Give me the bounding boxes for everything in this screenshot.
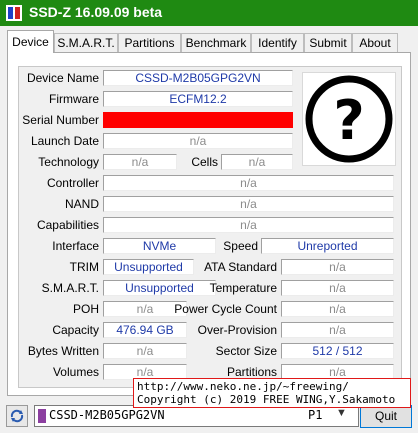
trim-field: Unsupported (103, 259, 194, 275)
sector-size-field: 512 / 512 (281, 343, 394, 359)
drive-port: P1 (308, 408, 323, 422)
title-bar: SSD-Z 16.09.09 beta (0, 0, 418, 26)
refresh-icon (6, 405, 28, 427)
nand-field: n/a (103, 196, 394, 212)
question-mark-icon: ? (305, 75, 393, 163)
credit-url: http://www.neko.ne.jp/~freewing/ (137, 380, 349, 393)
credit-copyright: Copyright (c) 2019 FREE WING,Y.Sakamoto (137, 393, 396, 406)
launch-date-label: Launch Date (30, 134, 99, 148)
poh-label: POH (72, 302, 99, 316)
chevron-down-icon[interactable]: ▼ (336, 407, 347, 419)
sector-size-label: Sector Size (215, 344, 277, 358)
nand-label: NAND (64, 197, 99, 211)
device-name-label: Device Name (26, 71, 99, 85)
speed-label: Speed (223, 239, 258, 253)
firmware-label: Firmware (49, 92, 99, 106)
volumes-label: Volumes (52, 365, 99, 379)
speed-field: Unreported (261, 238, 394, 254)
serial-number-label: Serial Number (22, 113, 99, 127)
launch-date-field: n/a (103, 133, 293, 149)
credit-box: http://www.neko.ne.jp/~freewing/Copyrigh… (133, 378, 411, 408)
controller-label: Controller (46, 176, 99, 190)
tab-identify[interactable]: Identify (251, 33, 304, 52)
smart-label: S.M.A.R.T. (41, 281, 99, 295)
capacity-field: 476.94 GB (103, 322, 187, 338)
capabilities-field: n/a (103, 217, 394, 233)
tab-about[interactable]: About (352, 33, 398, 52)
ata-standard-field: n/a (281, 259, 394, 275)
technology-field: n/a (103, 154, 177, 170)
tab-benchmark[interactable]: Benchmark (181, 33, 251, 52)
quit-button[interactable]: Quit (360, 405, 412, 428)
interface-label: Interface (52, 239, 99, 253)
cells-label: Cells (191, 155, 218, 169)
device-name-field: CSSD-M2B05GPG2VN (103, 70, 293, 86)
svg-text:?: ? (333, 89, 364, 152)
over-provision-label: Over-Provision (197, 323, 277, 337)
power-cycle-count-label: Power Cycle Count (174, 302, 277, 316)
ata-standard-label: ATA Standard (204, 260, 277, 274)
over-provision-field: n/a (281, 322, 394, 338)
drive-select-value: CSSD-M2B05GPG2VN (49, 408, 165, 422)
drive-image: ? (302, 72, 396, 166)
temperature-field: n/a (281, 280, 394, 296)
tab-device[interactable]: Device (7, 30, 54, 53)
temperature-label: Temperature (209, 281, 277, 295)
capabilities-label: Capabilities (36, 218, 99, 232)
bytes-written-field: n/a (103, 343, 187, 359)
bytes-written-label: Bytes Written (27, 344, 99, 358)
firmware-field: ECFM12.2 (103, 91, 293, 107)
tab-submit[interactable]: Submit (304, 33, 352, 52)
drive-color-marker (38, 409, 46, 423)
tab-smart[interactable]: S.M.A.R.T. (54, 33, 118, 52)
technology-label: Technology (38, 155, 99, 169)
ssd-z-app-icon (6, 5, 22, 21)
refresh-button[interactable] (6, 405, 28, 427)
power-cycle-count-field: n/a (281, 301, 394, 317)
controller-field: n/a (103, 175, 394, 191)
interface-field: NVMe (103, 238, 216, 254)
capacity-label: Capacity (52, 323, 99, 337)
cells-field: n/a (221, 154, 293, 170)
tab-partitions[interactable]: Partitions (118, 33, 181, 52)
drive-select[interactable]: CSSD-M2B05GPG2VN P1 ▼ (34, 405, 359, 427)
trim-label: TRIM (69, 260, 99, 274)
window-title: SSD-Z 16.09.09 beta (29, 4, 163, 20)
serial-number-field (103, 112, 293, 128)
smart-field: Unsupported (103, 280, 216, 296)
